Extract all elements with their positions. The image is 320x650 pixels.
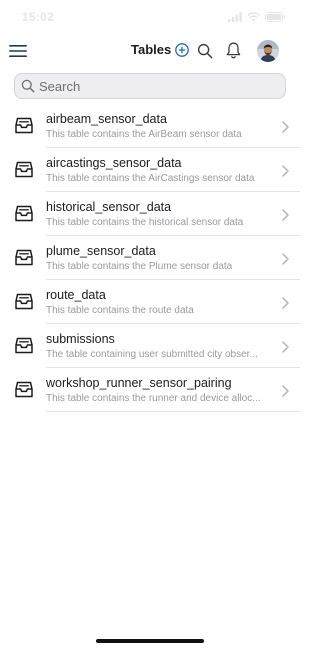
chevron-right-icon <box>282 208 289 221</box>
wifi-icon <box>247 12 260 22</box>
table-description: This table contains the AirBeam sensor d… <box>46 129 242 140</box>
search-field-container[interactable] <box>14 73 286 99</box>
chevron-right-icon <box>282 120 289 133</box>
battery-icon <box>265 12 286 22</box>
table-name: aircastings_sensor_data <box>46 156 182 170</box>
inbox-tray-icon <box>15 161 33 178</box>
app-screen: 15:02 Tables Search airbeam_sensor_data … <box>0 0 300 650</box>
inbox-tray-icon <box>15 293 33 310</box>
inbox-tray-icon <box>15 205 33 222</box>
row-divider <box>46 411 300 412</box>
table-description: This table contains the historical senso… <box>46 217 244 228</box>
table-item-text: plume_sensor_data This table contains th… <box>46 244 276 273</box>
chevron-right-icon <box>282 164 289 177</box>
table-name: plume_sensor_data <box>46 244 156 258</box>
inbox-tray-icon <box>15 381 33 398</box>
table-item-text: workshop_runner_sensor_pairing This tabl… <box>46 376 276 405</box>
chevron-right-icon <box>282 340 289 353</box>
chevron-right-icon <box>282 384 289 397</box>
hamburger-icon[interactable] <box>8 40 28 62</box>
title-group: Tables <box>131 42 189 57</box>
app-header: Tables <box>0 34 300 68</box>
table-description: The table containing user submitted city… <box>46 349 258 360</box>
table-item-text: airbeam_sensor_data This table contains … <box>46 112 276 141</box>
table-list-item[interactable]: plume_sensor_data This table contains th… <box>0 236 300 280</box>
table-list: airbeam_sensor_data This table contains … <box>0 104 300 412</box>
chevron-right-icon <box>282 296 289 309</box>
table-list-item[interactable]: aircastings_sensor_data This table conta… <box>0 148 300 192</box>
page-title: Tables <box>131 42 172 57</box>
table-list-item[interactable]: submissions The table containing user su… <box>0 324 300 368</box>
status-icons <box>228 12 286 22</box>
plus-circle-icon[interactable] <box>174 42 189 57</box>
table-name: route_data <box>46 288 106 302</box>
search-icon[interactable] <box>196 42 214 60</box>
search-bar <box>14 73 286 99</box>
home-indicator <box>96 639 204 643</box>
search-input[interactable] <box>39 78 269 94</box>
table-item-text: aircastings_sensor_data This table conta… <box>46 156 276 185</box>
table-name: airbeam_sensor_data <box>46 112 167 126</box>
table-list-item[interactable]: airbeam_sensor_data This table contains … <box>0 104 300 148</box>
chevron-right-icon <box>282 252 289 265</box>
bell-icon[interactable] <box>224 41 242 60</box>
table-list-item[interactable]: historical_sensor_data This table contai… <box>0 192 300 236</box>
cellular-signal-icon <box>228 12 242 22</box>
status-bar: 15:02 <box>0 0 300 34</box>
table-list-item[interactable]: workshop_runner_sensor_pairing This tabl… <box>0 368 300 412</box>
table-description: This table contains the AirCastings sens… <box>46 173 255 184</box>
table-list-item[interactable]: route_data This table contains the route… <box>0 280 300 324</box>
table-description: This table contains the route data <box>46 305 194 316</box>
table-name: submissions <box>46 332 115 346</box>
table-name: historical_sensor_data <box>46 200 172 214</box>
table-description: This table contains the Plume sensor dat… <box>46 261 233 272</box>
table-description: This table contains the runner and devic… <box>46 393 261 404</box>
search-field-icon <box>21 79 35 93</box>
inbox-tray-icon <box>15 337 33 354</box>
inbox-tray-icon <box>15 249 33 266</box>
status-time: 15:02 <box>22 10 55 24</box>
table-item-text: historical_sensor_data This table contai… <box>46 200 276 229</box>
table-item-text: route_data This table contains the route… <box>46 288 276 317</box>
avatar[interactable] <box>257 40 279 62</box>
table-name: workshop_runner_sensor_pairing <box>46 376 232 390</box>
inbox-tray-icon <box>15 117 33 134</box>
table-item-text: submissions The table containing user su… <box>46 332 276 361</box>
